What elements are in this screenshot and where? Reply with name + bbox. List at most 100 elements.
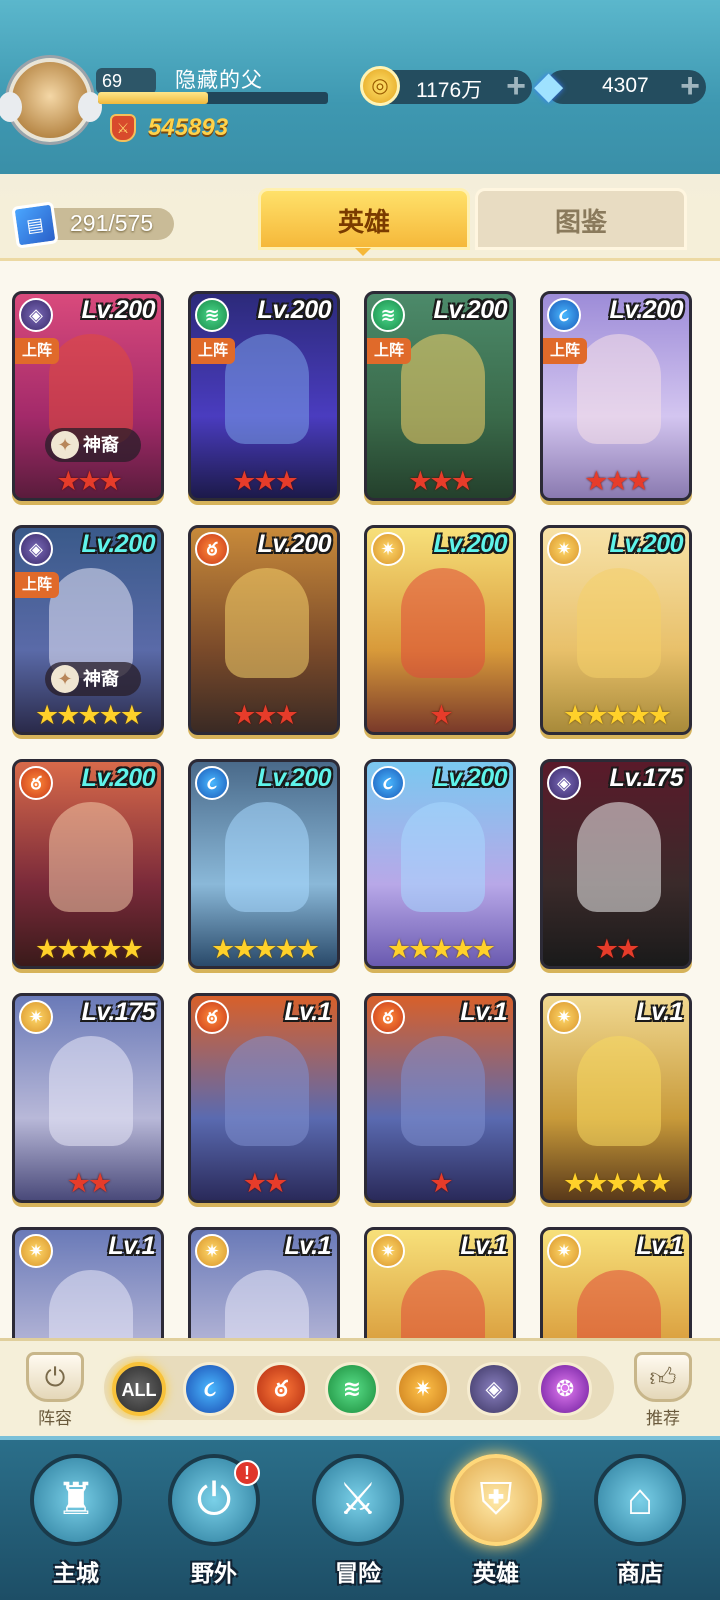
hero-stars: ★★ [594, 934, 640, 964]
tab-atlas[interactable]: 图鉴 [475, 188, 687, 250]
hero-card[interactable]: ఠ Lv.200 ★★★★★ [12, 759, 164, 969]
hero-level: Lv.200 [81, 296, 156, 324]
gold-value: 1176万 [416, 79, 483, 102]
nav-wild-label: 野外 [191, 1560, 237, 1586]
hero-level: Lv.200 [433, 764, 508, 792]
exp-bar [98, 92, 328, 104]
hero-portrait [225, 568, 309, 678]
deployed-badge: 上阵 [15, 572, 59, 598]
hero-portrait [401, 802, 485, 912]
nav-city[interactable]: ♜ 主城 [16, 1448, 136, 1598]
hero-card[interactable]: ◈ Lv.200 上阵 ✦ 神裔 ★★★★★ [12, 525, 164, 735]
hero-stars: ★★★ [56, 466, 123, 496]
divine-icon: ✦ [51, 431, 79, 459]
light-element-icon: ✷ [19, 1000, 53, 1034]
hero-level: Lv.200 [81, 530, 156, 558]
hero-portrait [225, 1036, 309, 1146]
filter-wind-button[interactable]: ≋ [325, 1362, 379, 1416]
hero-cards-icon: ▤ [11, 201, 59, 249]
water-element-icon: ૮ [195, 766, 229, 800]
hero-portrait [401, 568, 485, 678]
hero-portrait [401, 334, 485, 444]
hero-card[interactable]: ≋ Lv.200 上阵 ★★★ [188, 291, 340, 501]
hero-card[interactable]: ✷ Lv.1 ★★★★★ [540, 993, 692, 1203]
dark-element-icon: ◈ [19, 532, 53, 566]
hero-card[interactable]: ఠ Lv.1 ★★ [188, 993, 340, 1203]
hero-level: Lv.200 [257, 296, 332, 324]
filter-water-button[interactable]: ૮ [183, 1362, 237, 1416]
shop-icon: ⌂ [594, 1454, 686, 1546]
light-element-icon: ✷ [371, 1234, 405, 1268]
hero-card[interactable]: ✷ Lv.1 [364, 1227, 516, 1338]
filter-fire-button[interactable]: ఠ [254, 1362, 308, 1416]
nav-heroes-label: 英雄 [473, 1560, 519, 1586]
hero-card[interactable]: ఠ Lv.200 ★★★ [188, 525, 340, 735]
nav-adventure[interactable]: ⚔ 冒险 [298, 1448, 418, 1598]
hero-portrait [225, 802, 309, 912]
hero-stars: ★★★ [232, 466, 299, 496]
lineup-label: 阵容 [38, 1409, 72, 1428]
hero-card[interactable]: ✷ Lv.1 [12, 1227, 164, 1338]
player-avatar[interactable] [0, 58, 102, 142]
lineup-button[interactable]: ⏻ 阵容 [20, 1352, 90, 1429]
hero-card[interactable]: ✷ Lv.1 [540, 1227, 692, 1338]
collection-count: 291/575 [70, 210, 154, 236]
recommend-label: 推荐 [646, 1409, 680, 1428]
hero-portrait [401, 1270, 485, 1338]
wind-element-icon: ≋ [371, 298, 405, 332]
divine-label: 神裔 [83, 669, 119, 689]
recommend-button[interactable]: 👍︎ 推荐 [628, 1352, 698, 1429]
hero-grid: ◈ Lv.200 上阵 ✦ 神裔 ★★★ ≋ Lv.200 上阵 ★★★ ≋ Lv.200 上阵 ★★★ ૮… [0, 258, 720, 1338]
hero-card[interactable]: ఠ Lv.1 ★ [364, 993, 516, 1203]
hero-portrait [225, 334, 309, 444]
player-level: 69 [96, 68, 156, 94]
wild-alert-badge: ! [234, 1460, 260, 1486]
nav-heroes[interactable]: ⛨ 英雄 [436, 1448, 556, 1598]
hero-level: Lv.1 [460, 998, 507, 1026]
fire-element-icon: ఠ [195, 1000, 229, 1034]
light-element-icon: ✷ [371, 532, 405, 566]
hero-stars: ★★★★★ [562, 700, 672, 730]
avatar-wing-left-icon [0, 92, 22, 122]
deployed-badge: 上阵 [15, 338, 59, 364]
hero-card[interactable]: ✷ Lv.1 [188, 1227, 340, 1338]
nav-shop[interactable]: ⌂ 商店 [580, 1448, 700, 1598]
wind-element-icon: ≋ [342, 1376, 362, 1401]
sword-icon: ⚔ [312, 1454, 404, 1546]
hero-card[interactable]: ૮ Lv.200 ★★★★★ [188, 759, 340, 969]
power-shield-icon: ⚔ [110, 114, 136, 142]
hero-stars: ★★★ [232, 700, 299, 730]
filter-light-button[interactable]: ✷ [396, 1362, 450, 1416]
diamond-add-button[interactable]: + [680, 67, 700, 106]
hero-stars: ★★★★★ [34, 934, 144, 964]
hero-portrait [49, 802, 133, 912]
hero-portrait [577, 1036, 661, 1146]
hero-card[interactable]: ≋ Lv.200 上阵 ★★★ [364, 291, 516, 501]
mystic-element-icon: ❂ [555, 1376, 575, 1401]
hero-card[interactable]: ✷ Lv.175 ★★ [12, 993, 164, 1203]
gold-add-button[interactable]: + [506, 67, 526, 106]
hero-stars: ★★ [66, 1168, 112, 1198]
hero-card[interactable]: ◈ Lv.200 上阵 ✦ 神裔 ★★★ [12, 291, 164, 501]
hero-level: Lv.1 [636, 998, 683, 1026]
filter-mystic-button[interactable]: ❂ [538, 1362, 592, 1416]
hero-card[interactable]: ૮ Lv.200 ★★★★★ [364, 759, 516, 969]
water-element-icon: ૮ [547, 298, 581, 332]
thumbs-up-icon: 👍︎ [634, 1352, 692, 1402]
tab-heroes[interactable]: 英雄 [258, 188, 470, 250]
hero-card[interactable]: ૮ Lv.200 上阵 ★★★ [540, 291, 692, 501]
filter-dark-button[interactable]: ◈ [467, 1362, 521, 1416]
hero-portrait [401, 1036, 485, 1146]
divine-badge: ✦ 神裔 [45, 662, 141, 696]
hero-card[interactable]: ✷ Lv.200 ★ [364, 525, 516, 735]
dark-element-icon: ◈ [19, 298, 53, 332]
hero-card[interactable]: ◈ Lv.175 ★★ [540, 759, 692, 969]
hero-card[interactable]: ✷ Lv.200 ★★★★★ [540, 525, 692, 735]
deployed-badge: 上阵 [367, 338, 411, 364]
hero-level: Lv.200 [257, 764, 332, 792]
hero-stars: ★★ [242, 1168, 288, 1198]
light-element-icon: ✷ [547, 1000, 581, 1034]
filter-all-button[interactable]: ALL [112, 1362, 166, 1416]
hero-level: Lv.200 [609, 296, 684, 324]
hero-level: Lv.1 [284, 1232, 331, 1260]
